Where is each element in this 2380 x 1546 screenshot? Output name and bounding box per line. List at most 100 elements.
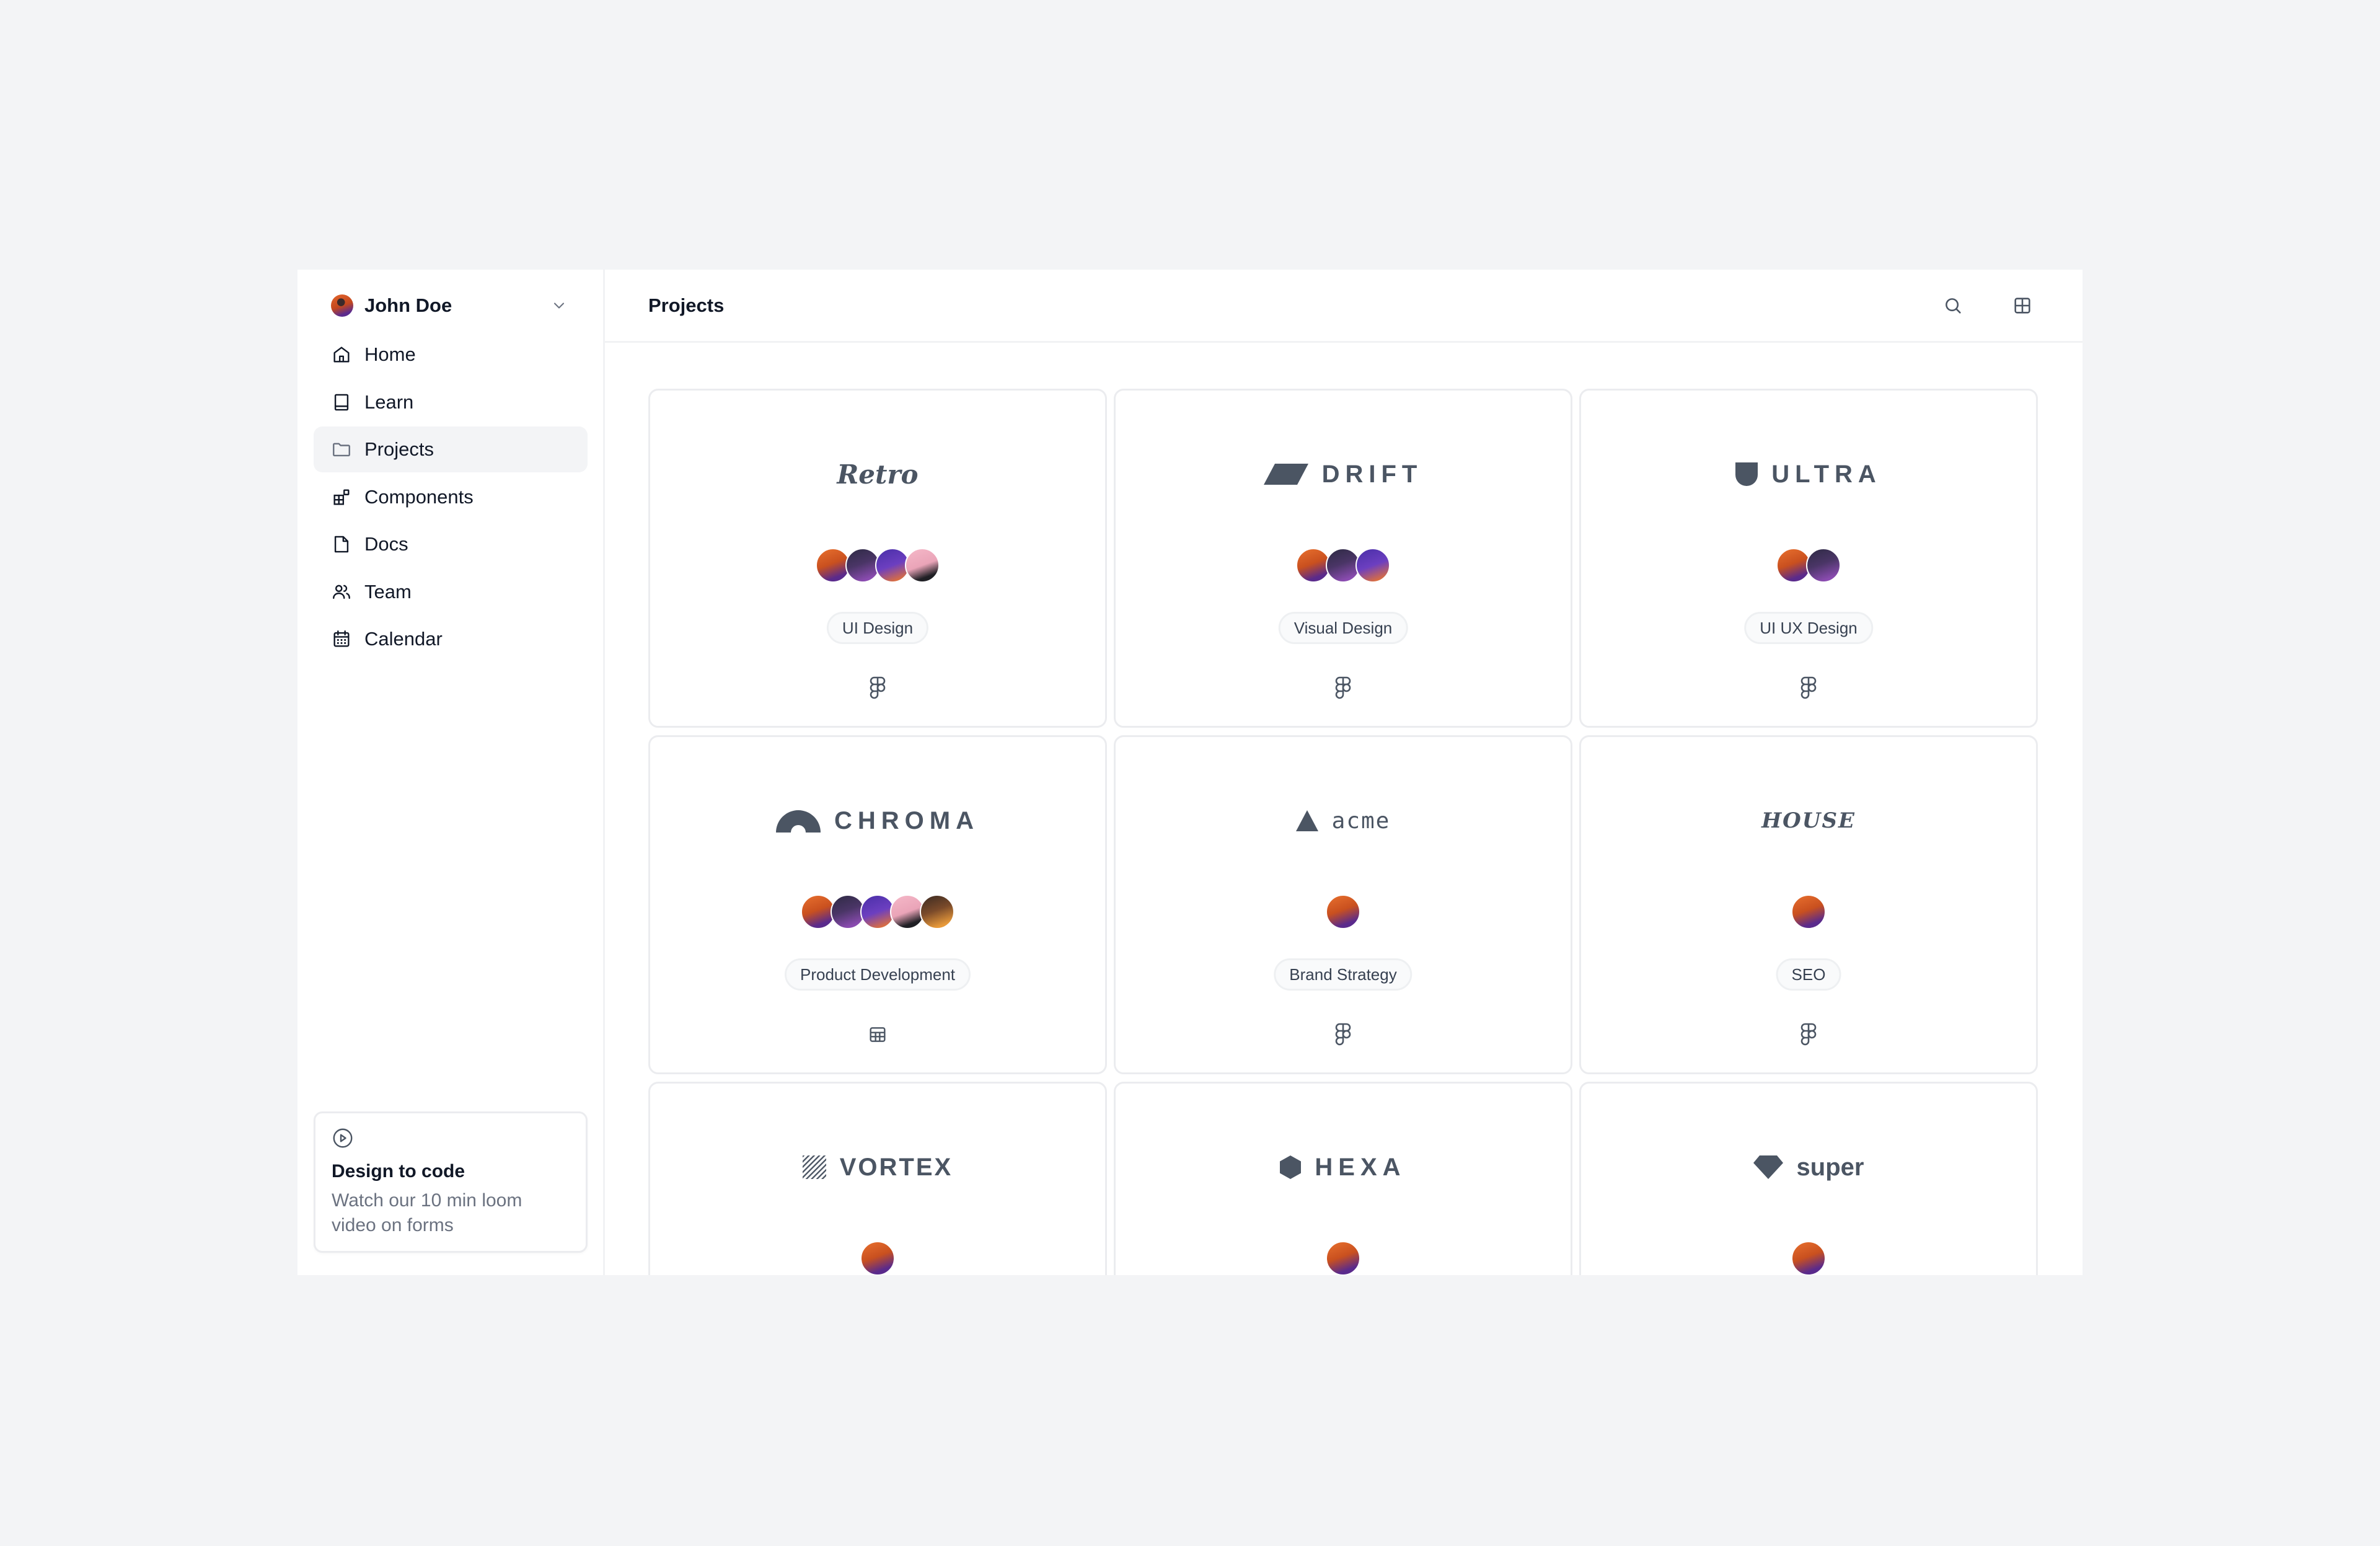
hexagon-logo-icon bbox=[1280, 1155, 1302, 1179]
sidebar-item-label: Home bbox=[364, 343, 416, 365]
member-avatar[interactable] bbox=[1355, 548, 1390, 583]
calendar-icon bbox=[333, 630, 350, 647]
project-card-super[interactable]: super bbox=[1579, 1082, 2038, 1275]
stripes-logo-icon bbox=[802, 1155, 826, 1179]
sidebar-item-projects[interactable]: Projects bbox=[314, 426, 588, 472]
figma-icon bbox=[1798, 676, 1819, 700]
member-avatar[interactable] bbox=[920, 894, 954, 929]
project-logo: Retro bbox=[650, 453, 1105, 496]
user-avatar bbox=[331, 294, 353, 317]
project-name: VORTEX bbox=[839, 1153, 953, 1181]
figma-icon bbox=[1333, 1022, 1354, 1047]
project-tag: Product Development bbox=[784, 958, 971, 991]
parallelogram-logo-icon bbox=[1263, 462, 1308, 486]
promo-card[interactable]: Design to code Watch our 10 min loom vid… bbox=[314, 1111, 588, 1253]
sidebar-item-docs[interactable]: Docs bbox=[314, 521, 588, 567]
sidebar-item-label: Team bbox=[364, 580, 412, 603]
project-logo: HOUSE bbox=[1581, 799, 2036, 842]
project-name: acme bbox=[1331, 808, 1391, 834]
user-name: John Doe bbox=[364, 294, 452, 316]
project-tag: SEO bbox=[1776, 958, 1841, 991]
sidebar-nav: Home Learn Projects Components Docs Team bbox=[314, 332, 588, 664]
project-card-ultra[interactable]: ULTRA UI UX Design bbox=[1579, 389, 2038, 728]
project-name: Retro bbox=[837, 459, 919, 490]
project-card-chroma[interactable]: CHROMA Product Development bbox=[648, 735, 1107, 1074]
arch-logo-icon bbox=[776, 809, 821, 833]
project-name: DRIFT bbox=[1321, 460, 1423, 488]
member-avatar[interactable] bbox=[1326, 1241, 1360, 1275]
project-logo: acme bbox=[1116, 799, 1571, 842]
sidebar-item-learn[interactable]: Learn bbox=[314, 379, 588, 425]
search-icon bbox=[1946, 298, 1961, 314]
project-name: super bbox=[1796, 1153, 1864, 1181]
member-avatars bbox=[1581, 1241, 2036, 1275]
project-logo: super bbox=[1581, 1146, 2036, 1189]
main-content: Projects Retro UI Design DRIFT Visual De… bbox=[605, 270, 2082, 1275]
project-card-retro[interactable]: Retro UI Design bbox=[648, 389, 1107, 728]
chevron-down-icon bbox=[553, 303, 565, 309]
folder-icon bbox=[333, 443, 350, 457]
sidebar-item-calendar[interactable]: Calendar bbox=[314, 616, 588, 662]
page-title: Projects bbox=[648, 294, 725, 316]
project-card-vortex[interactable]: VORTEX bbox=[648, 1082, 1107, 1275]
promo-description: Watch our 10 min loom video on forms bbox=[332, 1190, 522, 1235]
project-card-acme[interactable]: acme Brand Strategy bbox=[1114, 735, 1572, 1074]
shield-logo-icon bbox=[1735, 462, 1758, 486]
project-card-drift[interactable]: DRIFT Visual Design bbox=[1114, 389, 1572, 728]
member-avatar[interactable] bbox=[1791, 1241, 1826, 1275]
project-name: CHROMA bbox=[834, 806, 979, 834]
sidebar-item-label: Docs bbox=[364, 533, 408, 555]
triangle-logo-icon bbox=[1295, 810, 1318, 831]
project-tag: Visual Design bbox=[1278, 612, 1408, 644]
member-avatars bbox=[1116, 548, 1571, 583]
project-tag: Brand Strategy bbox=[1274, 958, 1413, 991]
sidebar-item-label: Components bbox=[364, 485, 474, 508]
member-avatars bbox=[650, 548, 1105, 583]
project-name: ULTRA bbox=[1771, 460, 1882, 488]
sidebar-item-components[interactable]: Components bbox=[314, 474, 588, 520]
member-avatars bbox=[1116, 1241, 1571, 1275]
project-tag: UI UX Design bbox=[1744, 612, 1873, 644]
sidebar-item-label: Calendar bbox=[364, 628, 443, 650]
sidebar-item-home[interactable]: Home bbox=[314, 332, 588, 378]
figma-icon bbox=[1798, 1022, 1819, 1047]
figma-icon bbox=[1333, 676, 1354, 700]
grid-view-button[interactable] bbox=[2011, 294, 2034, 317]
project-logo: DRIFT bbox=[1116, 453, 1571, 496]
document-icon bbox=[334, 536, 349, 553]
member-avatar[interactable] bbox=[1806, 548, 1841, 583]
project-card-hexa[interactable]: HEXA bbox=[1114, 1082, 1572, 1275]
project-tag: UI Design bbox=[826, 612, 929, 644]
book-icon bbox=[334, 394, 349, 410]
home-icon bbox=[333, 347, 350, 363]
sidebar-item-team[interactable]: Team bbox=[314, 569, 588, 615]
sidebar-item-label: Learn bbox=[364, 391, 414, 413]
user-menu-button[interactable]: John Doe bbox=[331, 288, 573, 323]
member-avatars bbox=[1116, 894, 1571, 929]
promo-title: Design to code bbox=[332, 1161, 465, 1182]
project-logo: ULTRA bbox=[1581, 453, 2036, 496]
member-avatar[interactable] bbox=[860, 1241, 895, 1275]
member-avatars bbox=[650, 894, 1105, 929]
project-logo: HEXA bbox=[1116, 1146, 1571, 1189]
search-button[interactable] bbox=[1941, 294, 1965, 317]
member-avatars bbox=[1581, 548, 2036, 583]
project-name: HOUSE bbox=[1761, 808, 1856, 833]
member-avatar[interactable] bbox=[1791, 894, 1826, 929]
project-grid: Retro UI Design DRIFT Visual Design ULTR… bbox=[648, 389, 2038, 1275]
sidebar-item-label: Projects bbox=[364, 438, 434, 460]
member-avatar[interactable] bbox=[905, 548, 940, 583]
member-avatar[interactable] bbox=[1326, 894, 1360, 929]
project-name: HEXA bbox=[1315, 1153, 1406, 1181]
table-icon bbox=[867, 1022, 888, 1047]
users-icon bbox=[333, 585, 350, 599]
member-avatars bbox=[1581, 894, 2036, 929]
sidebar: John Doe Home Learn Projects Components bbox=[298, 270, 605, 1275]
project-card-house[interactable]: HOUSE SEO bbox=[1579, 735, 2038, 1074]
play-circle-icon bbox=[333, 1128, 353, 1148]
components-icon bbox=[333, 488, 350, 505]
project-logo: VORTEX bbox=[650, 1146, 1105, 1189]
grid-view-icon bbox=[2014, 297, 2030, 314]
member-avatars bbox=[650, 1241, 1105, 1275]
project-logo: CHROMA bbox=[650, 799, 1105, 842]
